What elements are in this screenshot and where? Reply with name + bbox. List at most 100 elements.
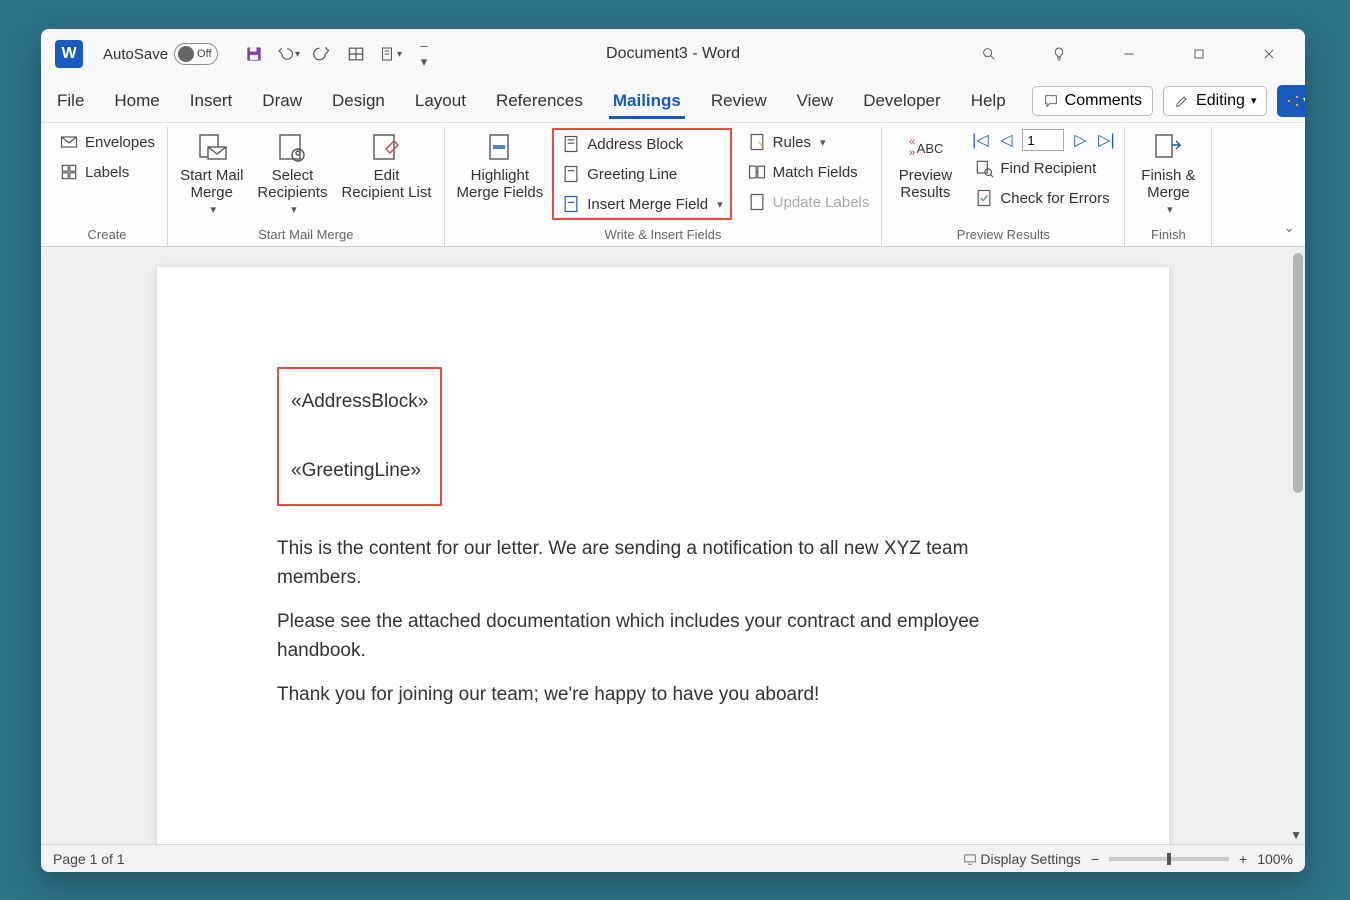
lightbulb-icon[interactable]: [1039, 34, 1079, 74]
document-canvas[interactable]: «AddressBlock» «GreetingLine» This is th…: [41, 247, 1305, 844]
update-labels-button: Update Labels: [743, 189, 874, 215]
tab-insert[interactable]: Insert: [186, 83, 237, 119]
match-fields-button[interactable]: Match Fields: [743, 159, 874, 185]
tab-home[interactable]: Home: [110, 83, 163, 119]
check-errors-button[interactable]: Check for Errors: [970, 185, 1116, 211]
start-mail-merge-button[interactable]: Start Mail Merge: [176, 129, 247, 218]
greeting-line-field[interactable]: «GreetingLine»: [291, 450, 428, 491]
tab-references[interactable]: References: [492, 83, 587, 119]
select-recipients-icon: [274, 131, 310, 165]
page-icon[interactable]: ▾: [378, 42, 402, 66]
document-title: Document3 - Word: [606, 45, 740, 63]
close-button[interactable]: [1249, 34, 1289, 74]
tab-review[interactable]: Review: [707, 83, 771, 119]
scrollbar-thumb[interactable]: [1293, 253, 1303, 493]
tab-file[interactable]: File: [53, 83, 88, 119]
group-preview-results: « »ABC Preview Results |◁ ◁ ▷ ▷| Find Re…: [882, 127, 1125, 246]
insert-merge-field-icon: [561, 194, 581, 214]
word-app-icon: W: [55, 40, 83, 68]
insert-merge-field-button[interactable]: Insert Merge Field: [557, 191, 726, 217]
first-record-icon[interactable]: |◁: [970, 130, 990, 150]
next-record-icon[interactable]: ▷: [1070, 130, 1090, 150]
tab-view[interactable]: View: [793, 83, 838, 119]
autosave-label: AutoSave: [103, 46, 168, 63]
display-settings-button[interactable]: Display Settings: [963, 851, 1081, 867]
toggle-knob: [178, 46, 194, 62]
title-bar: W AutoSave Off ▾ ▾ ⎯▾ Document3 - Word: [41, 29, 1305, 79]
preview-results-icon: « »ABC: [907, 131, 943, 165]
paragraph-3[interactable]: Thank you for joining our team; we're ha…: [277, 680, 1051, 709]
address-block-icon: [561, 134, 581, 154]
tab-help[interactable]: Help: [967, 83, 1010, 119]
qat-customize-icon[interactable]: ⎯▾: [412, 42, 436, 66]
record-navigation: |◁ ◁ ▷ ▷|: [970, 129, 1116, 151]
merge-fields-highlight: «AddressBlock» «GreetingLine»: [277, 367, 442, 506]
comments-button[interactable]: Comments: [1032, 86, 1153, 116]
page: «AddressBlock» «GreetingLine» This is th…: [157, 267, 1169, 844]
search-icon[interactable]: [969, 34, 1009, 74]
editing-label: Editing: [1196, 92, 1245, 110]
group-create: Envelopes Labels Create: [47, 127, 168, 246]
undo-icon[interactable]: ▾: [276, 42, 300, 66]
start-mail-merge-icon: [194, 131, 230, 165]
zoom-level[interactable]: 100%: [1257, 851, 1293, 867]
last-record-icon[interactable]: ▷|: [1096, 130, 1116, 150]
greeting-line-button[interactable]: Greeting Line: [557, 161, 726, 187]
preview-results-button[interactable]: « »ABC Preview Results: [890, 129, 960, 204]
document-body[interactable]: «AddressBlock» «GreetingLine» This is th…: [157, 267, 1169, 763]
address-greeting-highlight: Address Block Greeting Line Insert Merge…: [553, 129, 730, 219]
autosave-control[interactable]: AutoSave Off: [103, 43, 218, 65]
edit-recipient-list-button[interactable]: Edit Recipient List: [337, 129, 435, 204]
highlight-merge-fields-button[interactable]: Highlight Merge Fields: [453, 129, 548, 204]
group-finish: Finish & Merge Finish: [1125, 127, 1212, 246]
minimize-button[interactable]: [1109, 34, 1149, 74]
prev-record-icon[interactable]: ◁: [996, 130, 1016, 150]
tab-design[interactable]: Design: [328, 83, 389, 119]
group-start-mail-merge: Start Mail Merge Select Recipients Edit …: [168, 127, 444, 246]
highlight-fields-icon: [482, 131, 518, 165]
table-icon[interactable]: [344, 42, 368, 66]
tab-mailings[interactable]: Mailings: [609, 83, 685, 119]
status-bar: Page 1 of 1 Display Settings − + 100%: [41, 844, 1305, 872]
tab-draw[interactable]: Draw: [258, 83, 306, 119]
update-labels-icon: [747, 192, 767, 212]
group-label-preview: Preview Results: [890, 225, 1116, 246]
labels-icon: [59, 162, 79, 182]
address-block-button[interactable]: Address Block: [557, 131, 726, 157]
page-indicator[interactable]: Page 1 of 1: [53, 851, 125, 867]
tab-developer[interactable]: Developer: [859, 83, 945, 119]
zoom-out-button[interactable]: −: [1091, 851, 1099, 867]
find-recipient-icon: [974, 158, 994, 178]
redo-icon[interactable]: [310, 42, 334, 66]
rules-icon: [747, 132, 767, 152]
tab-layout[interactable]: Layout: [411, 83, 470, 119]
select-recipients-button[interactable]: Select Recipients: [253, 129, 331, 218]
find-recipient-button[interactable]: Find Recipient: [970, 155, 1116, 181]
save-icon[interactable]: [242, 42, 266, 66]
address-block-field[interactable]: «AddressBlock»: [291, 381, 428, 422]
rules-button[interactable]: Rules: [743, 129, 874, 155]
match-fields-icon: [747, 162, 767, 182]
finish-merge-icon: [1150, 131, 1186, 165]
zoom-in-button[interactable]: +: [1239, 851, 1247, 867]
vertical-scrollbar[interactable]: ▼: [1289, 247, 1305, 844]
labels-button[interactable]: Labels: [55, 159, 159, 185]
paragraph-1[interactable]: This is the content for our letter. We a…: [277, 534, 1051, 593]
autosave-toggle[interactable]: Off: [174, 43, 218, 65]
share-button[interactable]: ▾: [1277, 85, 1305, 117]
group-label-write: Write & Insert Fields: [453, 225, 874, 246]
paragraph-2[interactable]: Please see the attached documentation wh…: [277, 607, 1051, 666]
finish-merge-button[interactable]: Finish & Merge: [1133, 129, 1203, 218]
ribbon: Envelopes Labels Create Start Mail Merge: [41, 123, 1305, 247]
group-label-create: Create: [55, 225, 159, 246]
scroll-down-icon[interactable]: ▼: [1290, 828, 1302, 842]
editing-mode-button[interactable]: Editing ▾: [1163, 86, 1267, 116]
maximize-button[interactable]: [1179, 34, 1219, 74]
zoom-slider[interactable]: [1109, 857, 1229, 861]
envelopes-button[interactable]: Envelopes: [55, 129, 159, 155]
envelope-icon: [59, 132, 79, 152]
record-number-input[interactable]: [1022, 129, 1064, 151]
zoom-slider-thumb[interactable]: [1167, 853, 1171, 865]
ribbon-tabs: File Home Insert Draw Design Layout Refe…: [41, 79, 1305, 123]
collapse-ribbon-icon[interactable]: ⌄: [1283, 219, 1295, 236]
